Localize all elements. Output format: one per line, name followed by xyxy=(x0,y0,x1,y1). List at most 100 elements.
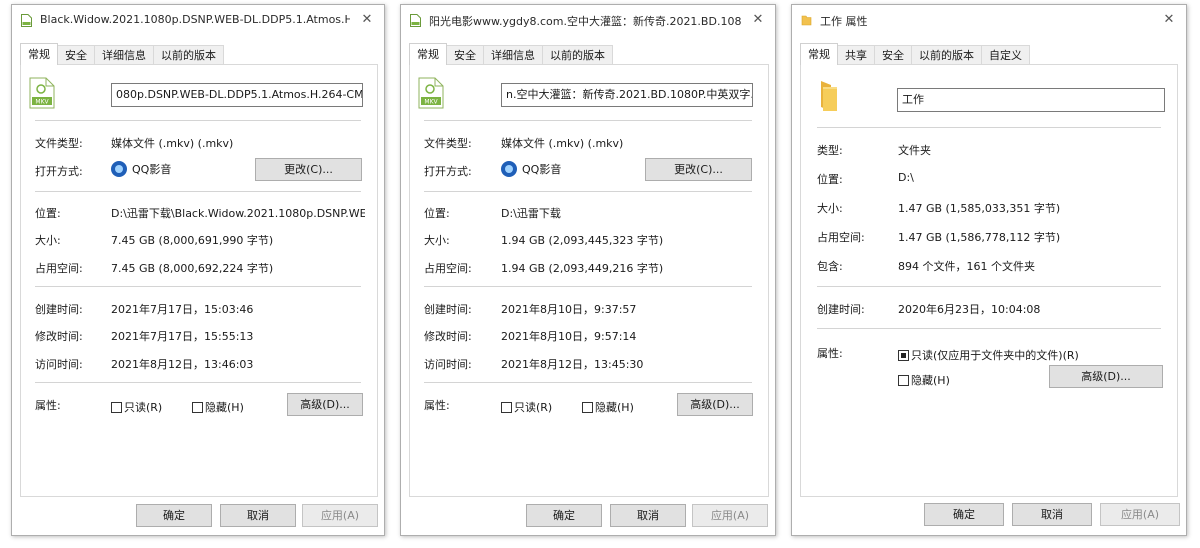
advanced-button[interactable]: 高级(D)... xyxy=(287,393,363,416)
modified-value: 2021年8月10日，9:57:14 xyxy=(501,330,637,343)
location-value: D:\迅雷下载 xyxy=(501,207,561,220)
tab-security[interactable]: 安全 xyxy=(446,45,484,65)
disk-size-label: 占用空间: xyxy=(35,262,83,275)
size-label: 大小: xyxy=(817,202,843,215)
ok-button[interactable]: 确定 xyxy=(526,504,602,527)
general-panel: MKV n.空中大灌篮：新传奇.2021.BD.1080P.中英双字.mkv 文… xyxy=(409,64,769,497)
checkbox-box[interactable] xyxy=(898,375,909,386)
hidden-checkbox[interactable]: 隐藏(H) xyxy=(898,372,950,388)
created-value: 2020年6月23日，10:04:08 xyxy=(898,303,1041,316)
size-label: 大小: xyxy=(424,234,450,247)
hidden-checkbox[interactable]: 隐藏(H) xyxy=(582,399,634,415)
readonly-checkbox[interactable]: 只读(R) xyxy=(501,399,552,415)
apply-button[interactable]: 应用(A) xyxy=(1100,503,1180,526)
advanced-button[interactable]: 高级(D)... xyxy=(677,393,753,416)
tab-general[interactable]: 常规 xyxy=(20,43,58,65)
foldername-field[interactable]: 工作 xyxy=(897,88,1165,112)
folder-icon xyxy=(821,81,837,111)
location-value: D:\ xyxy=(898,171,914,184)
attributes-label: 属性: xyxy=(35,399,61,412)
checkbox-box[interactable] xyxy=(898,350,909,361)
checkbox-box[interactable] xyxy=(192,402,203,413)
general-panel: MKV 080p.DSNP.WEB-DL.DDP5.1.Atmos.H.264-… xyxy=(20,64,378,497)
change-button[interactable]: 更改(C)... xyxy=(255,158,362,181)
apply-button[interactable]: 应用(A) xyxy=(692,504,768,527)
checkbox-box[interactable] xyxy=(582,402,593,413)
apply-button[interactable]: 应用(A) xyxy=(302,504,378,527)
disk-size-label: 占用空间: xyxy=(424,262,472,275)
tab-details[interactable]: 详细信息 xyxy=(94,45,154,65)
readonly-label: 只读(R) xyxy=(124,401,163,414)
modified-label: 修改时间: xyxy=(424,330,472,343)
ok-button[interactable]: 确定 xyxy=(924,503,1004,526)
readonly-label: 只读(R) xyxy=(514,401,553,414)
tab-sharing[interactable]: 共享 xyxy=(837,45,875,65)
checkbox-box[interactable] xyxy=(501,402,512,413)
accessed-label: 访问时间: xyxy=(424,358,472,371)
cancel-button[interactable]: 取消 xyxy=(1012,503,1092,526)
disk-size-label: 占用空间: xyxy=(817,231,865,244)
type-label: 类型: xyxy=(817,144,843,157)
mkv-badge: MKV xyxy=(424,99,438,106)
divider xyxy=(817,328,1161,329)
open-with-label: 打开方式: xyxy=(424,165,472,178)
accessed-label: 访问时间: xyxy=(35,358,83,371)
tab-customize[interactable]: 自定义 xyxy=(981,45,1030,65)
file-type-value: 媒体文件 (.mkv) (.mkv) xyxy=(501,137,624,150)
title-bar: Black.Widow.2021.1080p.DSNP.WEB-DL.DDP5.… xyxy=(12,5,384,35)
close-icon[interactable]: ✕ xyxy=(1160,11,1178,29)
file-type-label: 文件类型: xyxy=(35,137,83,150)
folder-icon xyxy=(801,15,812,26)
filename-field[interactable]: n.空中大灌篮：新传奇.2021.BD.1080P.中英双字.mkv xyxy=(501,83,753,107)
properties-window-space-jam: 阳光电影www.ygdy8.com.空中大灌篮：新传奇.2021.BD.1080… xyxy=(400,4,776,536)
divider xyxy=(817,127,1161,128)
tab-previous-versions[interactable]: 以前的版本 xyxy=(911,45,982,65)
tab-previous-versions[interactable]: 以前的版本 xyxy=(153,45,224,65)
change-button[interactable]: 更改(C)... xyxy=(645,158,752,181)
open-with-value: QQ影音 xyxy=(132,163,172,176)
tab-security[interactable]: 安全 xyxy=(57,45,95,65)
cancel-button[interactable]: 取消 xyxy=(610,504,686,527)
disk-size-value: 7.45 GB (8,000,692,224 字节) xyxy=(111,262,274,275)
readonly-label: 只读(仅应用于文件夹中的文件)(R) xyxy=(911,349,1079,362)
size-value: 1.47 GB (1,585,033,351 字节) xyxy=(898,202,1061,215)
size-value: 1.94 GB (2,093,445,323 字节) xyxy=(501,234,664,247)
divider xyxy=(424,191,752,192)
tab-security[interactable]: 安全 xyxy=(874,45,912,65)
created-value: 2021年7月17日，15:03:46 xyxy=(111,303,254,316)
cancel-button[interactable]: 取消 xyxy=(220,504,296,527)
location-label: 位置: xyxy=(35,207,61,220)
tab-details[interactable]: 详细信息 xyxy=(483,45,543,65)
contains-value: 894 个文件，161 个文件夹 xyxy=(898,260,1035,273)
open-with-app: QQ影音 xyxy=(111,161,171,177)
tab-previous-versions[interactable]: 以前的版本 xyxy=(542,45,613,65)
hidden-checkbox[interactable]: 隐藏(H) xyxy=(192,399,244,415)
hidden-label: 隐藏(H) xyxy=(911,374,950,387)
qq-player-icon xyxy=(501,161,517,177)
hidden-label: 隐藏(H) xyxy=(205,401,244,414)
readonly-checkbox[interactable]: 只读(仅应用于文件夹中的文件)(R) xyxy=(898,347,1079,363)
filename-field[interactable]: 080p.DSNP.WEB-DL.DDP5.1.Atmos.H.264-CM.m… xyxy=(111,83,363,107)
advanced-button[interactable]: 高级(D)... xyxy=(1049,365,1163,388)
close-icon[interactable]: ✕ xyxy=(749,11,767,29)
window-title: Black.Widow.2021.1080p.DSNP.WEB-DL.DDP5.… xyxy=(40,13,350,26)
type-value: 文件夹 xyxy=(898,144,931,157)
readonly-checkbox[interactable]: 只读(R) xyxy=(111,399,162,415)
created-value: 2021年8月10日，9:37:57 xyxy=(501,303,637,316)
tab-general[interactable]: 常规 xyxy=(800,43,838,65)
checkbox-box[interactable] xyxy=(111,402,122,413)
properties-window-black-widow: Black.Widow.2021.1080p.DSNP.WEB-DL.DDP5.… xyxy=(11,4,385,536)
title-bar: 阳光电影www.ygdy8.com.空中大灌篮：新传奇.2021.BD.1080… xyxy=(401,5,775,35)
tab-strip: 常规 安全 详细信息 以前的版本 xyxy=(409,43,613,65)
created-label: 创建时间: xyxy=(817,303,865,316)
open-with-app: QQ影音 xyxy=(501,161,561,177)
tab-general[interactable]: 常规 xyxy=(409,43,447,65)
ok-button[interactable]: 确定 xyxy=(136,504,212,527)
contains-label: 包含: xyxy=(817,260,843,273)
mkv-file-icon: MKV xyxy=(29,77,55,109)
disk-size-value: 1.94 GB (2,093,449,216 字节) xyxy=(501,262,664,275)
close-icon[interactable]: ✕ xyxy=(358,11,376,29)
modified-value: 2021年7月17日，15:55:13 xyxy=(111,330,254,343)
divider xyxy=(424,286,752,287)
open-with-value: QQ影音 xyxy=(522,163,562,176)
